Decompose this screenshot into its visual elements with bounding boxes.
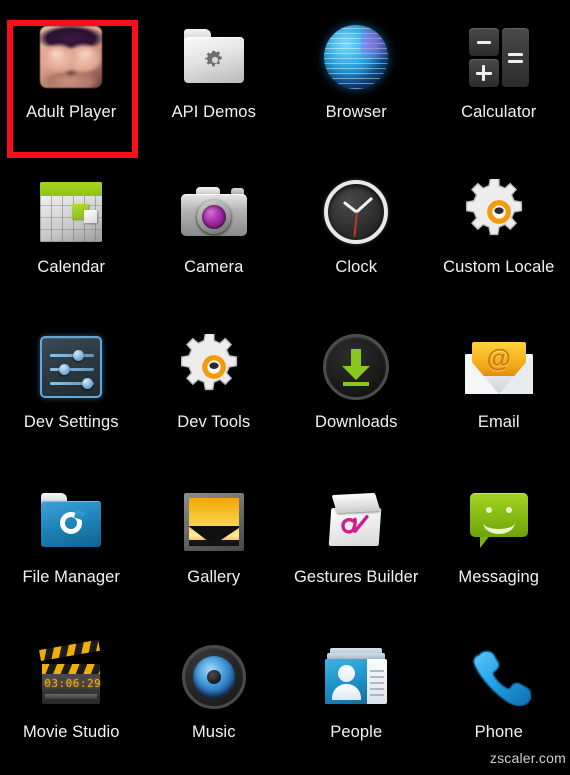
app-label: Email bbox=[478, 413, 520, 432]
app-tile-api-demos[interactable]: API Demos bbox=[143, 0, 286, 155]
app-label: Calculator bbox=[461, 103, 536, 122]
gesture-pad-icon bbox=[317, 483, 395, 561]
photo-frame-icon bbox=[175, 483, 253, 561]
app-label: Adult Player bbox=[26, 103, 116, 122]
app-tile-custom-locale[interactable]: Custom Locale bbox=[428, 155, 570, 310]
watermark: zscaler.com bbox=[490, 750, 566, 766]
app-label: Gestures Builder bbox=[294, 568, 419, 587]
envelope-at-icon: @ bbox=[460, 328, 538, 406]
app-label: Downloads bbox=[315, 413, 398, 432]
app-label: Movie Studio bbox=[23, 723, 120, 742]
app-tile-downloads[interactable]: Downloads bbox=[285, 310, 428, 465]
calculator-icon bbox=[460, 18, 538, 96]
app-label: Messaging bbox=[458, 568, 539, 587]
app-label: Phone bbox=[475, 723, 523, 742]
app-tile-music[interactable]: Music bbox=[143, 620, 286, 775]
app-label: File Manager bbox=[23, 568, 121, 587]
app-tile-browser[interactable]: Browser bbox=[285, 0, 428, 155]
app-tile-movie-studio[interactable]: 03:06:29 Movie Studio bbox=[0, 620, 143, 775]
app-tile-camera[interactable]: Camera bbox=[143, 155, 286, 310]
app-label: Gallery bbox=[187, 568, 240, 587]
app-label: People bbox=[330, 723, 382, 742]
clapperboard-icon: 03:06:29 bbox=[32, 638, 110, 716]
speech-bubble-icon bbox=[460, 483, 538, 561]
adult-player-icon bbox=[32, 18, 110, 96]
app-tile-gestures-builder[interactable]: Gestures Builder bbox=[285, 465, 428, 620]
clock-icon bbox=[317, 173, 395, 251]
sliders-icon bbox=[32, 328, 110, 406]
globe-icon bbox=[317, 18, 395, 96]
app-tile-people[interactable]: People bbox=[285, 620, 428, 775]
app-tile-dev-settings[interactable]: Dev Settings bbox=[0, 310, 143, 465]
app-label: Custom Locale bbox=[443, 258, 554, 277]
app-label: Music bbox=[192, 723, 236, 742]
camera-icon bbox=[175, 173, 253, 251]
app-tile-messaging[interactable]: Messaging bbox=[428, 465, 570, 620]
app-tile-file-manager[interactable]: File Manager bbox=[0, 465, 143, 620]
app-tile-calendar[interactable]: Calendar bbox=[0, 155, 143, 310]
contact-card-icon bbox=[317, 638, 395, 716]
folder-gear-icon bbox=[175, 18, 253, 96]
app-label: Clock bbox=[335, 258, 377, 277]
gear-icon bbox=[460, 173, 538, 251]
app-tile-gallery[interactable]: Gallery bbox=[143, 465, 286, 620]
app-label: Dev Settings bbox=[24, 413, 119, 432]
app-tile-dev-tools[interactable]: Dev Tools bbox=[143, 310, 286, 465]
app-grid: Adult Player API Demos Browser bbox=[0, 0, 570, 775]
blue-folder-icon bbox=[32, 483, 110, 561]
app-label: Camera bbox=[184, 258, 243, 277]
app-tile-adult-player[interactable]: Adult Player bbox=[0, 0, 143, 155]
app-label: Browser bbox=[326, 103, 387, 122]
app-tile-email[interactable]: @ Email bbox=[428, 310, 570, 465]
gear-icon bbox=[175, 328, 253, 406]
download-arrow-icon bbox=[317, 328, 395, 406]
calendar-icon bbox=[32, 173, 110, 251]
app-label: Calendar bbox=[37, 258, 105, 277]
app-tile-clock[interactable]: Clock bbox=[285, 155, 428, 310]
handset-icon bbox=[460, 638, 538, 716]
app-tile-calculator[interactable]: Calculator bbox=[428, 0, 570, 155]
app-label: Dev Tools bbox=[177, 413, 250, 432]
app-drawer-screen: Adult Player API Demos Browser bbox=[0, 0, 570, 770]
timecode-display: 03:06:29 bbox=[44, 677, 98, 690]
app-label: API Demos bbox=[172, 103, 256, 122]
speaker-icon bbox=[175, 638, 253, 716]
